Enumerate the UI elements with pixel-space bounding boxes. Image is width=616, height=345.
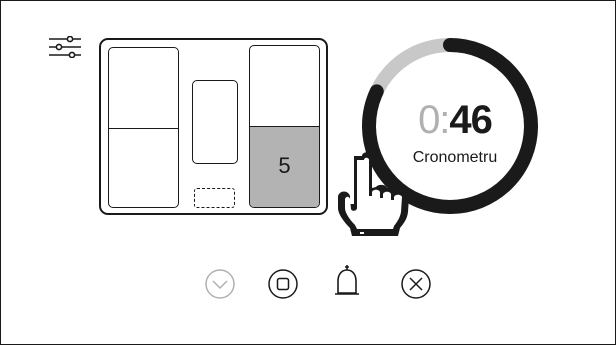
cooking-zone-middle-extension[interactable] (194, 188, 235, 208)
close-button[interactable] (399, 267, 433, 301)
cooking-zone-left[interactable] (108, 47, 179, 208)
bell-icon (335, 264, 359, 295)
zone-power-level: 5 (278, 153, 291, 178)
chevron-down-button[interactable] (203, 267, 237, 301)
timer-label: Cronometru (412, 149, 498, 166)
zone-divider (109, 128, 178, 129)
chevron-down-icon (205, 269, 235, 299)
timer-seconds: 46 (449, 98, 492, 142)
settings-sliders-icon[interactable] (48, 35, 82, 59)
hand-pointer-icon (336, 150, 410, 238)
cooking-zone-middle[interactable] (192, 80, 238, 164)
timer-minutes: 0: (418, 98, 450, 142)
timer-value: 0:46 (400, 98, 510, 142)
bell-button[interactable] (330, 262, 364, 302)
stop-button[interactable] (266, 267, 300, 301)
cooking-zone-right[interactable]: 5 (249, 45, 320, 208)
hob-layout: 5 (99, 38, 328, 215)
stop-icon (268, 269, 298, 299)
close-icon (401, 269, 431, 299)
